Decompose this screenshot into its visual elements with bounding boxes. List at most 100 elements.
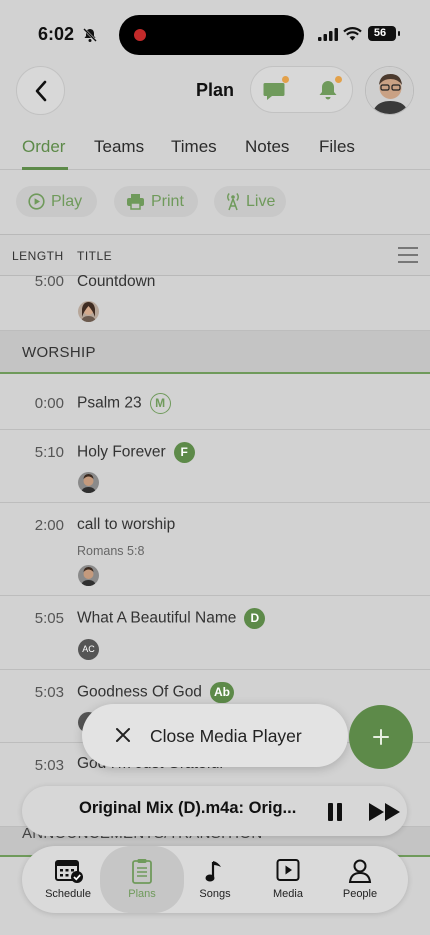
plan-item-countdown[interactable]: 5:00 Countdown <box>0 273 430 331</box>
person-avatar <box>78 472 99 493</box>
user-avatar[interactable] <box>365 66 414 115</box>
plan-item-what-a-beautiful-name[interactable]: 5:05 What A Beautiful Name D AC <box>0 596 430 670</box>
add-item-button[interactable] <box>349 705 413 769</box>
plan-actions: Play Print Live <box>0 186 430 218</box>
item-title: Psalm 23 <box>77 394 142 412</box>
media-track-title: Original Mix (D).m4a: Orig... <box>79 799 297 817</box>
wifi-icon <box>343 27 362 41</box>
media-player-bar[interactable]: Original Mix (D).m4a: Orig... <box>22 786 407 836</box>
print-label: Print <box>151 192 184 210</box>
status-bar: 6:02 56 <box>0 0 430 62</box>
dynamic-island <box>119 15 304 55</box>
cellular-signal-icon <box>318 28 338 41</box>
item-title: call to worship <box>77 516 176 533</box>
play-circle-icon <box>28 193 45 210</box>
pause-icon[interactable] <box>327 802 343 822</box>
item-title: Countdown <box>77 273 156 290</box>
item-title: Goodness Of God <box>77 683 202 701</box>
menu-icon[interactable] <box>398 247 418 268</box>
status-time: 6:02 <box>38 24 75 44</box>
bell-notification-dot <box>335 76 342 83</box>
calendar-check-icon <box>55 860 83 883</box>
item-title: What A Beautiful Name <box>77 609 237 627</box>
tab-notes[interactable]: Notes <box>245 137 289 157</box>
tabbar-media-label: Media <box>273 888 303 900</box>
person-icon <box>348 859 372 883</box>
back-button[interactable] <box>16 66 65 115</box>
tabbar-songs[interactable]: Songs <box>179 846 251 913</box>
item-title: Holy Forever <box>77 443 166 461</box>
item-length: 0:00 <box>34 395 64 412</box>
key-badge: M <box>149 393 171 414</box>
tabbar-media[interactable]: Media <box>252 846 324 913</box>
tab-times[interactable]: Times <box>171 137 217 157</box>
tabbar-schedule-label: Schedule <box>45 888 91 900</box>
print-button[interactable]: Print <box>114 186 198 217</box>
close-media-player-button[interactable]: Close Media Player <box>82 704 348 767</box>
tab-teams[interactable]: Teams <box>94 137 144 157</box>
key-badge: D <box>244 608 266 629</box>
section-header-worship[interactable]: WORSHIP <box>0 331 430 374</box>
chevron-left-icon <box>35 80 46 101</box>
active-tab-indicator <box>22 167 68 170</box>
broadcast-tower-icon <box>227 193 239 211</box>
chat-icon[interactable] <box>263 80 287 102</box>
battery-cap <box>398 31 400 36</box>
media-play-icon <box>276 859 300 881</box>
silent-bell-icon <box>83 28 97 42</box>
bell-icon[interactable] <box>318 79 338 101</box>
live-button[interactable]: Live <box>214 186 286 217</box>
person-initials-avatar: AC <box>78 639 99 660</box>
tabbar-plans-label: Plans <box>128 888 156 900</box>
play-button[interactable]: Play <box>16 186 97 217</box>
tabbar-schedule[interactable]: Schedule <box>32 846 104 913</box>
person-avatar <box>78 565 99 586</box>
music-note-icon <box>205 861 221 882</box>
close-icon <box>116 728 130 742</box>
item-length: 5:03 <box>34 684 64 701</box>
header-actions <box>250 66 353 113</box>
section-title: WORSHIP <box>22 344 96 361</box>
plus-icon <box>373 729 389 745</box>
fast-forward-icon[interactable] <box>368 802 402 822</box>
plan-tabs: Order Teams Times Notes Files <box>0 125 430 170</box>
plan-item-psalm-23[interactable]: 0:00 Psalm 23 M <box>0 376 430 430</box>
item-length: 2:00 <box>34 517 64 534</box>
key-badge: F <box>173 442 195 463</box>
item-title-wrap: Psalm 23 M <box>77 393 171 414</box>
item-length: 5:05 <box>34 610 64 627</box>
item-length: 5:10 <box>34 444 64 461</box>
chat-notification-dot <box>282 76 289 83</box>
key-badge: Ab <box>209 682 234 703</box>
column-title: TITLE <box>77 249 113 263</box>
play-label: Play <box>51 192 83 210</box>
tabbar-people-label: People <box>342 888 378 900</box>
close-media-player-label: Close Media Player <box>150 726 302 746</box>
column-length: LENGTH <box>12 249 64 263</box>
person-avatar <box>78 301 99 322</box>
tabbar-plans[interactable]: Plans <box>100 846 184 913</box>
printer-icon <box>127 194 144 210</box>
clipboard-list-icon <box>132 859 152 884</box>
live-label: Live <box>246 192 276 210</box>
tab-order[interactable]: Order <box>22 137 65 157</box>
table-header: LENGTH TITLE <box>0 234 430 276</box>
tab-files[interactable]: Files <box>319 137 355 157</box>
page-title: Plan <box>195 80 234 100</box>
top-bar: Plan <box>0 66 430 116</box>
recording-indicator <box>134 29 146 41</box>
plan-item-call-to-worship[interactable]: 2:00 call to worship Romans 5:8 <box>0 503 430 596</box>
item-title-wrap: Holy Forever F <box>77 442 195 463</box>
tabbar-songs-label: Songs <box>199 888 231 900</box>
bottom-tab-bar: Schedule Plans Songs Media People <box>22 846 408 913</box>
item-title-wrap: Goodness Of God Ab <box>77 682 234 703</box>
battery-level: 56 <box>373 27 387 39</box>
avatar-image <box>366 67 413 114</box>
item-subtitle: Romans 5:8 <box>77 544 145 558</box>
item-title-wrap: What A Beautiful Name D <box>77 608 266 629</box>
item-length: 5:00 <box>34 273 64 290</box>
item-length: 5:03 <box>34 757 64 774</box>
tabbar-people[interactable]: People <box>324 846 396 913</box>
battery-indicator: 56 <box>368 26 396 41</box>
plan-item-holy-forever[interactable]: 5:10 Holy Forever F <box>0 430 430 503</box>
